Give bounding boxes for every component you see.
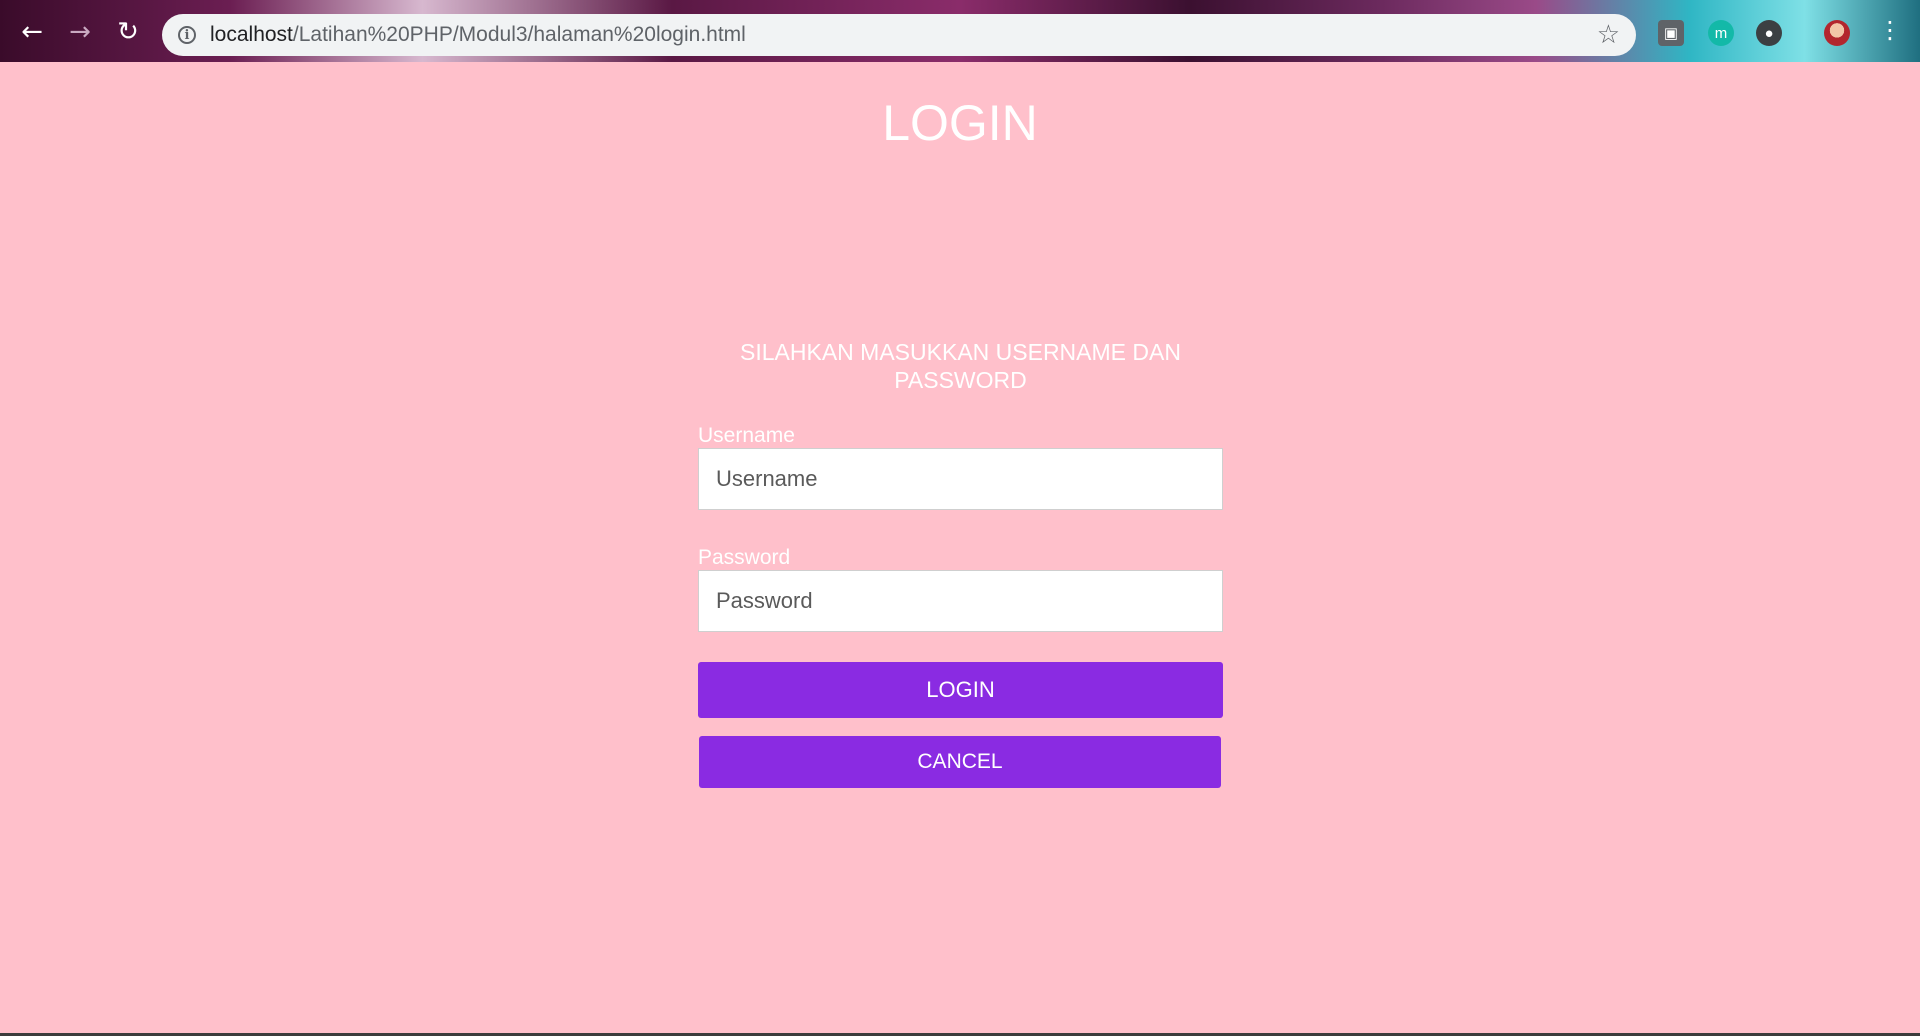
instruction-text: SILAHKAN MASUKKAN USERNAME DAN PASSWORD	[740, 339, 1181, 393]
url-path: /Latihan%20PHP/Modul3/halaman%20login.ht…	[292, 23, 746, 46]
avatar[interactable]	[1824, 20, 1850, 46]
url-text[interactable]: localhost/Latihan%20PHP/Modul3/halaman%2…	[210, 23, 1597, 47]
password-label: Password	[698, 546, 791, 569]
lightbulb-extension-icon[interactable]: ●	[1756, 20, 1782, 46]
address-bar[interactable]: i localhost/Latihan%20PHP/Modul3/halaman…	[162, 14, 1636, 56]
url-host: localhost	[210, 23, 293, 46]
login-page: LOGIN SILAHKAN MASUKKAN USERNAME DAN PAS…	[0, 62, 1920, 1036]
page-title: LOGIN	[882, 95, 1038, 151]
shopping-bag-extension-icon[interactable]: ▣	[1658, 20, 1684, 46]
m-extension-icon[interactable]: m	[1708, 20, 1734, 46]
browser-toolbar: ← → ↻ i localhost/Latihan%20PHP/Modul3/h…	[0, 0, 1920, 62]
login-button[interactable]: LOGIN	[698, 662, 1223, 718]
password-input[interactable]	[698, 570, 1223, 632]
cancel-button[interactable]: CANCEL	[699, 736, 1221, 788]
kebab-menu-icon[interactable]: ⋮	[1878, 18, 1902, 42]
star-icon[interactable]: ☆	[1597, 20, 1620, 50]
back-arrow-icon[interactable]: ←	[14, 14, 50, 50]
forward-arrow-icon[interactable]: →	[62, 14, 98, 50]
login-form: SILAHKAN MASUKKAN USERNAME DAN PASSWORD …	[698, 338, 1223, 788]
info-icon[interactable]: i	[178, 26, 196, 44]
username-label: Username	[698, 424, 795, 447]
username-input[interactable]	[698, 448, 1223, 510]
reload-icon[interactable]: ↻	[110, 14, 146, 50]
